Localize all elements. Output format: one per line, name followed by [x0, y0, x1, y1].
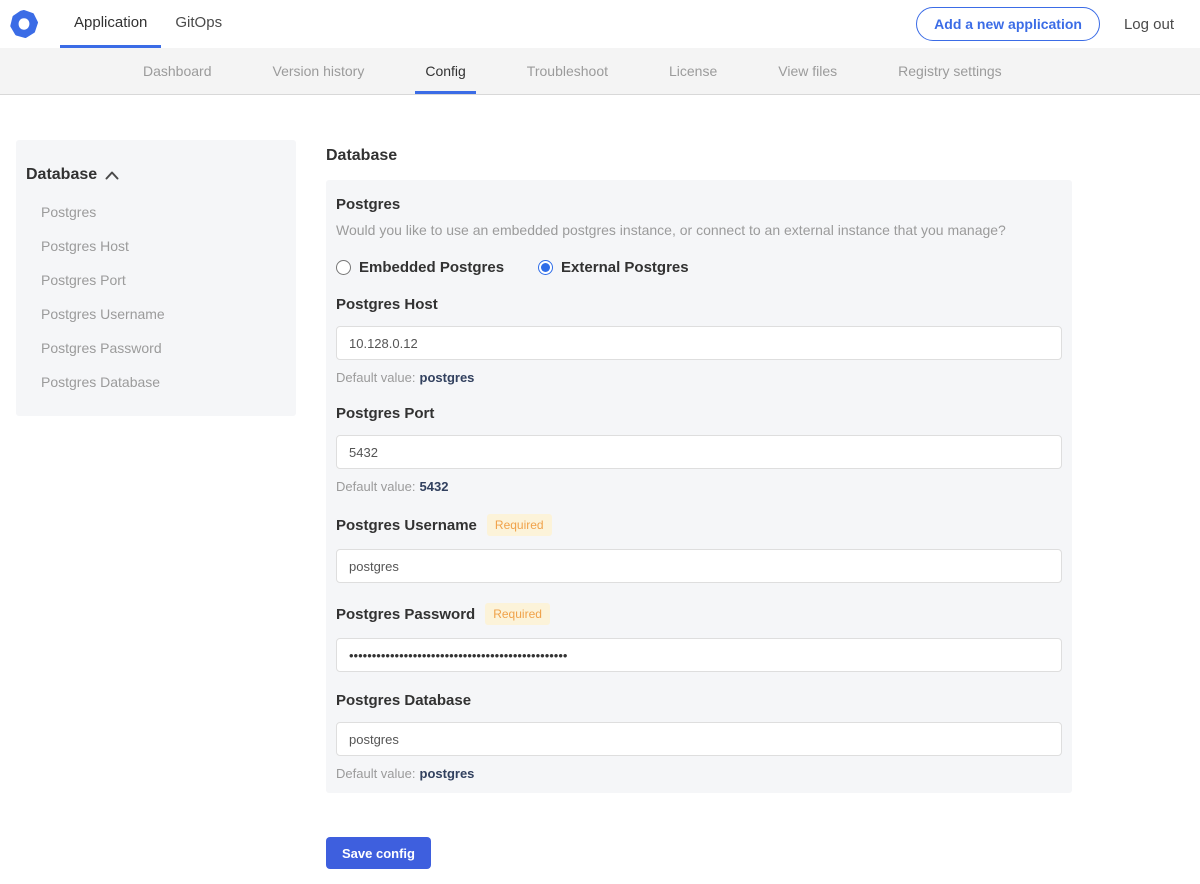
postgres-group-label: Postgres [336, 196, 401, 213]
sidebar-item-postgres-username[interactable]: Postgres Username [16, 306, 296, 322]
radio-embedded-postgres-input[interactable] [336, 260, 351, 275]
top-tab-gitops[interactable]: GitOps [161, 0, 236, 48]
default-value: postgres [419, 370, 475, 385]
top-bar: Application GitOps Add a new application… [0, 0, 1200, 48]
config-main: Database Postgres Would you like to use … [326, 95, 1072, 869]
sidebar-group-database[interactable]: Database [16, 166, 296, 184]
postgres-username-input[interactable] [336, 549, 1062, 583]
postgres-group-help: Would you like to use an embedded postgr… [336, 222, 1006, 238]
radio-external-postgres-input[interactable] [538, 260, 554, 275]
top-tab-application[interactable]: Application [60, 0, 162, 48]
postgres-database-label: Postgres Database [336, 692, 472, 709]
top-bar-right: Add a new application Log out [916, 0, 1200, 48]
postgres-port-input[interactable] [336, 435, 1062, 469]
app-logo-icon [10, 10, 38, 38]
postgres-password-input[interactable] [336, 638, 1062, 672]
tab-view-files[interactable]: View files [768, 48, 847, 94]
sidebar-group-database-label: Database [26, 166, 98, 183]
sidebar-item-postgres[interactable]: Postgres [16, 204, 296, 220]
app-logo[interactable] [0, 0, 38, 48]
default-value: postgres [419, 766, 475, 781]
add-new-application-button[interactable]: Add a new application [916, 7, 1100, 41]
save-config-button[interactable]: Save config [326, 837, 431, 869]
postgres-host-default: Default value: postgres [336, 370, 1062, 385]
default-value: 5432 [419, 479, 449, 494]
radio-embedded-postgres[interactable]: Embedded Postgres [336, 259, 504, 276]
sidebar-item-postgres-port[interactable]: Postgres Port [16, 272, 296, 288]
sidebar-item-postgres-database[interactable]: Postgres Database [16, 374, 296, 390]
chevron-up-icon [105, 171, 119, 179]
postgres-username-label-text: Postgres Username [336, 516, 477, 534]
tab-dashboard[interactable]: Dashboard [133, 48, 222, 94]
field-postgres-username: Postgres Username Required [336, 514, 1062, 583]
tab-license[interactable]: License [659, 48, 727, 94]
default-prefix: Default value: [336, 370, 416, 385]
tab-troubleshoot[interactable]: Troubleshoot [517, 48, 618, 94]
config-content: Database Postgres Postgres Host Postgres… [0, 95, 1200, 869]
postgres-username-label: Postgres Username Required [336, 514, 1062, 536]
field-postgres-database: Postgres Database Default value:postgres [336, 692, 1062, 781]
radio-external-postgres-label: External Postgres [561, 259, 689, 276]
field-postgres-port: Postgres Port Default value:5432 [336, 405, 1062, 494]
field-postgres-password: Postgres Password Required [336, 603, 1062, 672]
field-postgres-host: Postgres Host Default value:postgres [336, 296, 1062, 385]
postgres-host-input[interactable] [336, 326, 1062, 360]
tab-config[interactable]: Config [415, 48, 476, 94]
default-prefix: Default value: [336, 479, 416, 494]
database-config-panel: Postgres Would you like to use an embedd… [326, 180, 1072, 793]
required-badge: Required [485, 603, 550, 625]
tab-version-history[interactable]: Version history [263, 48, 375, 94]
postgres-host-label: Postgres Host [336, 296, 438, 313]
postgres-database-default: Default value: postgres [336, 766, 1062, 781]
logout-link[interactable]: Log out [1124, 16, 1174, 33]
required-badge: Required [486, 514, 552, 536]
page-title: Database [326, 147, 398, 164]
postgres-port-default: Default value: 5432 [336, 479, 1062, 494]
sidebar-item-postgres-password[interactable]: Postgres Password [16, 340, 296, 356]
app-subnav: Dashboard Version history Config Trouble… [0, 48, 1200, 95]
default-prefix: Default value: [336, 766, 416, 781]
postgres-radio-group: Embedded Postgres External Postgres [336, 259, 1062, 276]
config-sidebar: Database Postgres Postgres Host Postgres… [16, 140, 296, 416]
postgres-password-label: Postgres Password Required [336, 603, 1062, 625]
sidebar-item-postgres-host[interactable]: Postgres Host [16, 238, 296, 254]
postgres-database-input[interactable] [336, 722, 1062, 756]
radio-external-postgres[interactable]: External Postgres [538, 259, 689, 276]
postgres-port-label: Postgres Port [336, 405, 435, 422]
tab-registry-settings[interactable]: Registry settings [888, 48, 1011, 94]
radio-embedded-postgres-label: Embedded Postgres [359, 259, 505, 276]
postgres-password-label-text: Postgres Password [336, 605, 476, 623]
